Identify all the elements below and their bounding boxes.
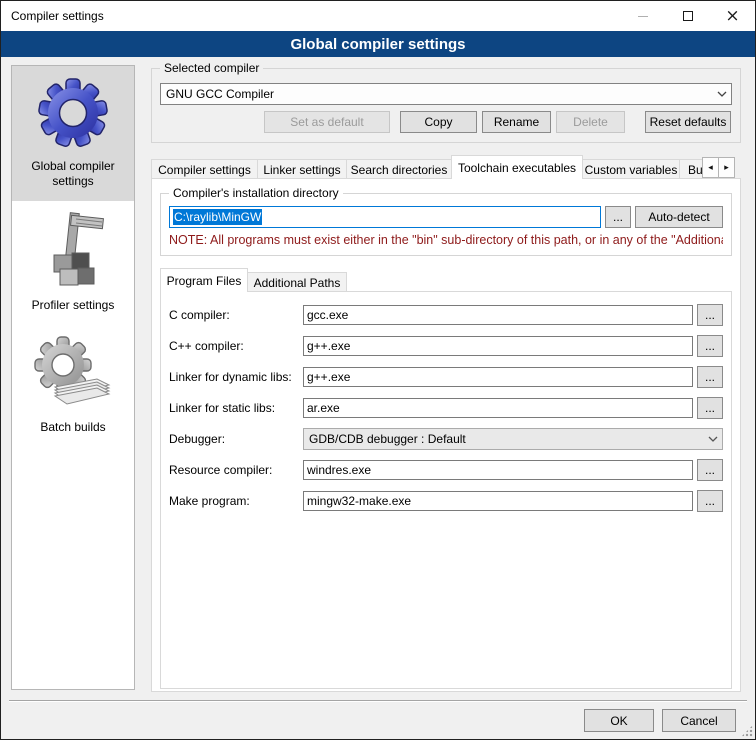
page-title: Global compiler settings	[290, 36, 465, 53]
field-value: mingw32-make.exe	[307, 494, 411, 508]
close-button[interactable]: ×	[710, 1, 755, 31]
dialog-header: Global compiler settings	[1, 31, 755, 57]
cpp-compiler-row: C++ compiler: g++.exe ...	[169, 335, 723, 357]
field-label: Debugger:	[169, 432, 303, 446]
group-legend: Selected compiler	[160, 61, 263, 75]
tab-custom-variables[interactable]: Custom variables	[582, 159, 680, 179]
c-compiler-input[interactable]: gcc.exe	[303, 305, 693, 325]
sidebar-item-label: Profiler settings	[32, 298, 115, 313]
chevron-down-icon	[713, 91, 731, 97]
main-content: Selected compiler GNU GCC Compiler Set a…	[151, 65, 741, 692]
static-linker-input[interactable]: ar.exe	[303, 398, 693, 418]
tab-toolchain-executables[interactable]: Toolchain executables	[451, 155, 583, 179]
copy-button[interactable]: Copy	[400, 111, 477, 133]
browse-resource-compiler-button[interactable]: ...	[697, 459, 723, 481]
reset-defaults-button[interactable]: Reset defaults	[645, 111, 731, 133]
settings-category-list: Global compiler settings Profiler sett	[11, 65, 135, 690]
program-files-panel: C compiler: gcc.exe ... C++ compiler: g+…	[160, 291, 732, 689]
make-program-row: Make program: mingw32-make.exe ...	[169, 490, 723, 512]
installation-note: NOTE: All programs must exist either in …	[169, 233, 723, 247]
title-bar[interactable]: Compiler settings ×	[1, 1, 755, 31]
maximize-icon	[683, 11, 693, 21]
compiler-select-value: GNU GCC Compiler	[166, 87, 713, 101]
executables-tab-bar: Program Files Additional Paths	[160, 268, 732, 292]
tab-scroll-left-icon[interactable]: ◂	[702, 157, 719, 178]
installation-directory-group: Compiler's installation directory C:\ray…	[160, 193, 732, 256]
tab-compiler-settings[interactable]: Compiler settings	[151, 159, 258, 179]
blue-gear-icon	[36, 76, 110, 153]
settings-tab-bar: Compiler settings Linker settings Search…	[151, 155, 741, 179]
dynamic-linker-input[interactable]: g++.exe	[303, 367, 693, 387]
sidebar-item-label: Global compiler settings	[16, 159, 130, 189]
c-compiler-row: C compiler: gcc.exe ...	[169, 304, 723, 326]
sidebar-item-profiler-settings[interactable]: Profiler settings	[12, 201, 134, 325]
resize-grip-icon[interactable]	[741, 725, 753, 737]
sidebar-item-label: Batch builds	[40, 420, 105, 435]
browse-dynamic-linker-button[interactable]: ...	[697, 366, 723, 388]
field-value: ar.exe	[307, 401, 340, 415]
field-label: Linker for dynamic libs:	[169, 370, 303, 384]
gray-gear-stack-icon	[33, 335, 113, 414]
field-label: Resource compiler:	[169, 463, 303, 477]
minimize-button[interactable]	[620, 1, 665, 31]
debugger-row: Debugger: GDB/CDB debugger : Default	[169, 428, 723, 450]
field-label: Make program:	[169, 494, 303, 508]
compiler-select[interactable]: GNU GCC Compiler	[160, 83, 732, 105]
maximize-button[interactable]	[665, 1, 710, 31]
field-value: gcc.exe	[307, 308, 348, 322]
dialog-buttons: OK Cancel	[584, 709, 736, 732]
debugger-select-value: GDB/CDB debugger : Default	[309, 432, 704, 446]
field-value: windres.exe	[307, 463, 371, 477]
selected-path-text: C:\raylib\MinGW	[173, 209, 262, 225]
browse-make-program-button[interactable]: ...	[697, 490, 723, 512]
resource-compiler-input[interactable]: windres.exe	[303, 460, 693, 480]
sidebar-item-batch-builds[interactable]: Batch builds	[12, 325, 134, 447]
chevron-down-icon	[704, 436, 722, 442]
footer-divider	[9, 700, 747, 702]
selected-compiler-group: Selected compiler GNU GCC Compiler Set a…	[151, 68, 741, 143]
compiler-settings-dialog: Compiler settings × Global compiler sett…	[0, 0, 756, 740]
tab-scroll-right-icon[interactable]: ▸	[718, 157, 735, 178]
cpp-compiler-input[interactable]: g++.exe	[303, 336, 693, 356]
compiler-actions: Set as default Copy Rename Delete Reset …	[160, 111, 732, 133]
rename-button[interactable]: Rename	[482, 111, 551, 133]
make-program-input[interactable]: mingw32-make.exe	[303, 491, 693, 511]
browse-directory-button[interactable]: ...	[605, 206, 631, 228]
sidebar-item-global-compiler-settings[interactable]: Global compiler settings	[12, 66, 134, 201]
field-label: Linker for static libs:	[169, 401, 303, 415]
static-linker-row: Linker for static libs: ar.exe ...	[169, 397, 723, 419]
cancel-button[interactable]: Cancel	[662, 709, 736, 732]
delete-button[interactable]: Delete	[556, 111, 625, 133]
window-title: Compiler settings	[1, 9, 620, 23]
resource-compiler-row: Resource compiler: windres.exe ...	[169, 459, 723, 481]
tab-program-files[interactable]: Program Files	[160, 268, 248, 292]
field-label: C compiler:	[169, 308, 303, 322]
tab-scroll-buttons: ◂ ▸	[703, 157, 735, 179]
debugger-select[interactable]: GDB/CDB debugger : Default	[303, 428, 723, 450]
installation-directory-row: C:\raylib\MinGW ... Auto-detect	[169, 206, 723, 228]
ok-button[interactable]: OK	[584, 709, 654, 732]
auto-detect-button[interactable]: Auto-detect	[635, 206, 723, 228]
dynamic-linker-row: Linker for dynamic libs: g++.exe ...	[169, 366, 723, 388]
installation-directory-input[interactable]: C:\raylib\MinGW	[169, 206, 601, 228]
tab-additional-paths[interactable]: Additional Paths	[247, 272, 347, 292]
tab-linker-settings[interactable]: Linker settings	[257, 159, 347, 179]
browse-static-linker-button[interactable]: ...	[697, 397, 723, 419]
field-label: C++ compiler:	[169, 339, 303, 353]
field-value: g++.exe	[307, 339, 350, 353]
browse-cpp-compiler-button[interactable]: ...	[697, 335, 723, 357]
close-icon: ×	[725, 8, 739, 25]
tab-build-options[interactable]: Build options	[679, 159, 704, 179]
field-value: g++.exe	[307, 370, 350, 384]
browse-c-compiler-button[interactable]: ...	[697, 304, 723, 326]
group-legend: Compiler's installation directory	[169, 186, 343, 200]
minimize-icon	[638, 16, 648, 17]
toolchain-executables-panel: Compiler's installation directory C:\ray…	[151, 178, 741, 692]
tab-search-directories[interactable]: Search directories	[346, 159, 452, 179]
caliper-icon	[38, 211, 108, 292]
set-as-default-button[interactable]: Set as default	[264, 111, 390, 133]
